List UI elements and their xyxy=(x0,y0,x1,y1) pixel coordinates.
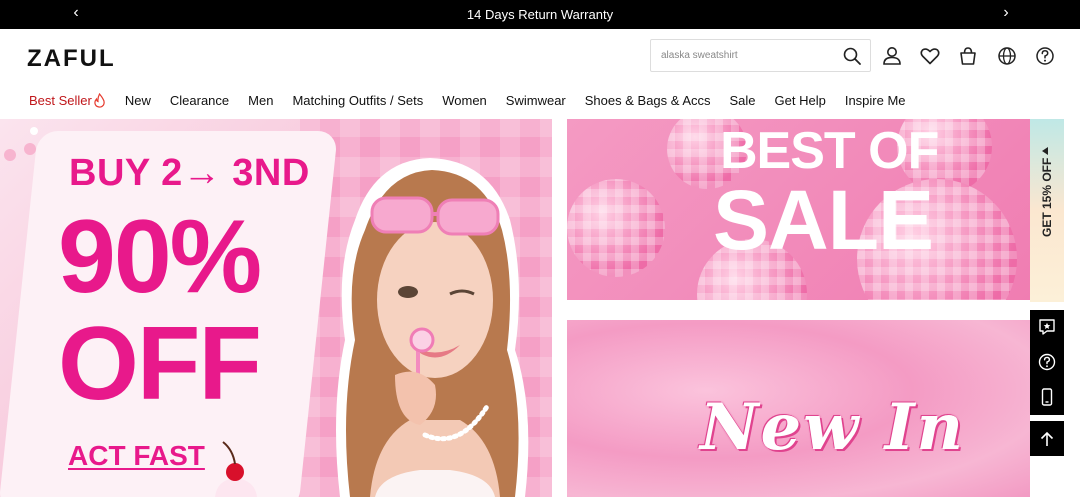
site-logo[interactable]: ZAFUL xyxy=(27,45,116,73)
nav-item-new[interactable]: New xyxy=(125,90,151,110)
nav-item-shoes-bags-accs[interactable]: Shoes & Bags & Accs xyxy=(585,90,711,110)
nav-item-women[interactable]: Women xyxy=(442,90,487,110)
nav-item-sale[interactable]: Sale xyxy=(730,90,756,110)
main-nav: Best Seller New Clearance Men Matching O… xyxy=(29,90,906,110)
chevron-right-icon[interactable]: › xyxy=(996,4,1016,22)
search-box xyxy=(650,39,871,72)
caret-left-icon xyxy=(1042,147,1048,155)
coupon-tab[interactable]: GET 15% OFF xyxy=(1030,119,1064,302)
nav-item-clearance[interactable]: Clearance xyxy=(170,90,229,110)
promo-discount: 90% xyxy=(58,199,262,315)
nav-item-men[interactable]: Men xyxy=(248,90,273,110)
sale-text: SALE xyxy=(713,173,934,267)
nav-item-best-seller[interactable]: Best Seller xyxy=(29,90,106,110)
announcement-bar: ‹ 14 Days Return Warranty › xyxy=(0,0,1080,29)
promo-headline: BUY 2→ 3ND xyxy=(69,152,310,194)
nav-item-label: Best Seller xyxy=(29,92,92,108)
decor-dot xyxy=(30,127,38,135)
announcement-text: 14 Days Return Warranty xyxy=(466,7,614,22)
shopping-bag-icon[interactable] xyxy=(957,45,979,67)
nav-item-swimwear[interactable]: Swimwear xyxy=(506,90,566,110)
help-button[interactable] xyxy=(1030,345,1064,379)
mobile-app-icon xyxy=(1041,388,1053,406)
mobile-app-button[interactable] xyxy=(1030,380,1064,414)
search-input[interactable] xyxy=(651,40,836,71)
disco-ball xyxy=(567,179,665,277)
review-star-icon xyxy=(1039,319,1055,335)
cherry-cake-icon xyxy=(215,441,257,497)
arrow-up-icon xyxy=(1040,431,1054,446)
globe-icon[interactable] xyxy=(996,45,1018,67)
decor-dot xyxy=(4,149,16,161)
wishlist-heart-icon[interactable] xyxy=(919,45,941,67)
coupon-label-wrap: GET 15% OFF xyxy=(1040,158,1054,237)
nav-item-matching-outfits[interactable]: Matching Outfits / Sets xyxy=(292,90,423,110)
help-icon xyxy=(1038,353,1056,371)
flame-icon xyxy=(94,92,105,108)
nav-item-get-help[interactable]: Get Help xyxy=(775,90,826,110)
promo-cta[interactable]: ACT FAST xyxy=(68,440,205,472)
help-icon[interactable] xyxy=(1034,45,1056,67)
best-of-text: BEST OF xyxy=(720,122,939,180)
new-in-text: New In xyxy=(700,390,966,465)
model-photo xyxy=(336,158,529,497)
search-icon[interactable] xyxy=(842,46,862,66)
account-icon[interactable] xyxy=(881,45,903,67)
promo-off: OFF xyxy=(58,306,262,422)
decor-dot xyxy=(24,143,36,155)
nav-item-inspire-me[interactable]: Inspire Me xyxy=(845,90,906,110)
back-to-top-button[interactable] xyxy=(1030,421,1064,456)
coupon-label: GET 15% OFF xyxy=(1040,157,1054,237)
review-button[interactable] xyxy=(1030,310,1064,344)
